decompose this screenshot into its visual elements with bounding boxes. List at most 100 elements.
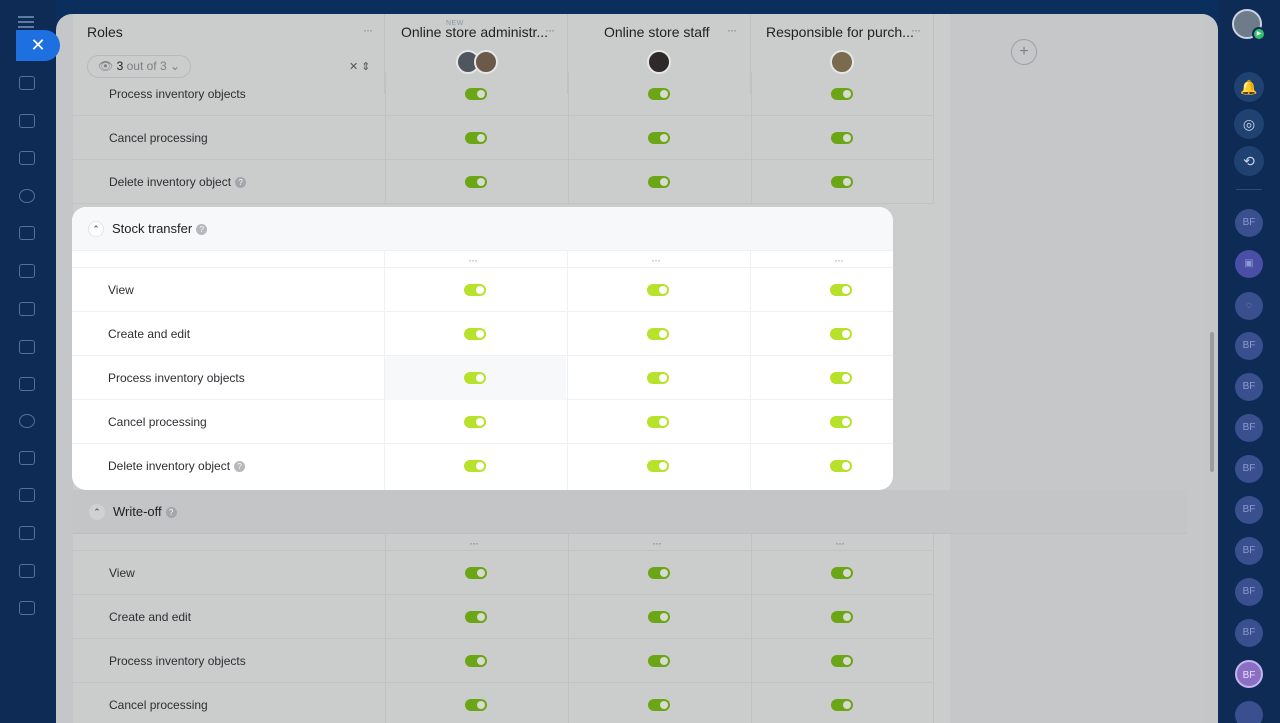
column-menu-icon[interactable]: ··· <box>545 24 555 36</box>
permission-toggle[interactable] <box>830 328 852 340</box>
permission-label: View <box>109 566 135 580</box>
bf-avatar[interactable]: BF <box>1235 373 1263 401</box>
bf-avatar-active[interactable]: BF <box>1235 660 1263 688</box>
user-avatar[interactable]: ▶ <box>1232 9 1266 41</box>
permission-toggle[interactable] <box>830 460 852 472</box>
monitor-icon[interactable] <box>19 488 35 502</box>
notifications-bell-icon[interactable]: 🔔 <box>1234 72 1264 102</box>
permission-toggle[interactable] <box>831 655 853 667</box>
checklist-icon[interactable] <box>19 451 35 465</box>
permission-label: Process inventory objects <box>109 654 246 668</box>
permission-toggle[interactable] <box>647 328 669 340</box>
column-menu-icon[interactable]: ··· <box>835 537 845 549</box>
bf-avatar[interactable]: BF <box>1235 209 1263 237</box>
mail-icon[interactable] <box>19 377 35 391</box>
permission-toggle[interactable] <box>648 611 670 623</box>
permission-toggle[interactable] <box>830 416 852 428</box>
section-write-off[interactable]: ⌃ Write-off? <box>73 490 1187 534</box>
column-menu-icon[interactable]: ··· <box>834 254 844 266</box>
stock-transfer-card: ⌃ Stock transfer? ··· ··· ··· View Creat… <box>72 207 893 490</box>
permission-toggle[interactable] <box>831 699 853 711</box>
document-icon[interactable] <box>19 264 35 278</box>
permission-toggle[interactable] <box>648 567 670 579</box>
contacts-icon[interactable] <box>19 414 35 428</box>
calendar-icon[interactable] <box>19 226 35 240</box>
permission-toggle[interactable] <box>465 88 487 100</box>
column-menu-icon[interactable]: ··· <box>468 254 478 266</box>
section-title-text: Stock transfer <box>112 221 193 236</box>
permission-toggle[interactable] <box>465 655 487 667</box>
permission-toggle[interactable] <box>830 372 852 384</box>
permission-toggle[interactable] <box>647 284 669 296</box>
permission-toggle[interactable] <box>465 567 487 579</box>
bf-avatar[interactable]: BF <box>1235 496 1263 524</box>
permission-toggle[interactable] <box>465 176 487 188</box>
permission-toggle[interactable] <box>465 132 487 144</box>
copilot-icon[interactable]: ◎ <box>1234 109 1264 139</box>
permission-toggle[interactable] <box>830 284 852 296</box>
bf-avatar[interactable]: BF <box>1235 619 1263 647</box>
permission-toggle[interactable] <box>648 655 670 667</box>
permission-label: Process inventory objects <box>108 371 245 385</box>
help-icon[interactable]: ? <box>165 507 177 519</box>
chat-bubble-icon[interactable]: ◌ <box>1235 292 1263 320</box>
permission-toggle[interactable] <box>464 284 486 296</box>
shield-icon[interactable] <box>19 189 35 203</box>
column-menu-icon[interactable]: ··· <box>651 254 661 266</box>
permission-toggle[interactable] <box>648 88 670 100</box>
bf-avatar[interactable]: BF <box>1235 578 1263 606</box>
permission-toggle[interactable] <box>831 88 853 100</box>
vertical-scrollbar[interactable] <box>1210 332 1214 472</box>
permission-toggle[interactable] <box>831 611 853 623</box>
permission-toggle[interactable] <box>464 416 486 428</box>
permission-toggle[interactable] <box>831 567 853 579</box>
chevron-down-icon: ⌄ <box>169 59 181 73</box>
counter-text: out of 3 <box>126 59 167 73</box>
bf-avatar[interactable]: BF <box>1235 455 1263 483</box>
permission-toggle[interactable] <box>831 176 853 188</box>
menu-icon[interactable] <box>18 16 34 28</box>
messages-icon[interactable]: ⟲ <box>1234 146 1264 176</box>
permission-toggle[interactable] <box>465 611 487 623</box>
section-title: Write-off? <box>113 490 177 534</box>
close-slider-button[interactable]: ✕ <box>16 30 60 61</box>
help-icon[interactable]: ? <box>234 461 246 473</box>
add-role-button[interactable]: + <box>1011 39 1037 65</box>
bf-avatar[interactable]: BF <box>1235 332 1263 360</box>
permission-toggle[interactable] <box>465 699 487 711</box>
section-stock-transfer[interactable]: ⌃ Stock transfer? <box>72 207 893 251</box>
help-icon[interactable]: ? <box>235 177 247 189</box>
permission-toggle[interactable] <box>831 132 853 144</box>
column-menu-icon[interactable]: ··· <box>911 24 921 36</box>
permission-toggle[interactable] <box>647 460 669 472</box>
chevron-up-icon[interactable]: ⌃ <box>89 504 105 520</box>
store-icon[interactable] <box>19 601 35 615</box>
roles-menu-icon[interactable]: ··· <box>363 24 373 36</box>
feed-icon[interactable] <box>19 151 35 165</box>
permission-toggle[interactable] <box>647 372 669 384</box>
more-avatar[interactable] <box>1235 701 1263 723</box>
sites-icon[interactable] <box>19 302 35 316</box>
permission-label: Cancel processing <box>109 131 208 145</box>
contact-card-icon[interactable]: ▣ <box>1235 250 1263 278</box>
crm-icon[interactable] <box>19 340 35 354</box>
schedule-icon[interactable] <box>19 564 35 578</box>
chat-icon[interactable] <box>19 114 35 128</box>
tasks-icon[interactable] <box>19 76 35 90</box>
help-icon[interactable]: ? <box>196 224 208 236</box>
bf-avatar[interactable]: BF <box>1235 537 1263 565</box>
filter-icon[interactable] <box>19 526 35 540</box>
permission-toggle[interactable] <box>648 699 670 711</box>
bf-avatar[interactable]: BF <box>1235 414 1263 442</box>
permission-toggle[interactable] <box>464 372 486 384</box>
permission-toggle[interactable] <box>647 416 669 428</box>
permission-toggle[interactable] <box>648 132 670 144</box>
permission-label-text: Delete inventory object <box>109 175 232 189</box>
permission-toggle[interactable] <box>464 460 486 472</box>
column-menu-icon[interactable]: ··· <box>469 537 479 549</box>
column-menu-icon[interactable]: ··· <box>652 537 662 549</box>
permission-toggle[interactable] <box>648 176 670 188</box>
chevron-up-icon[interactable]: ⌃ <box>88 221 104 237</box>
permission-toggle[interactable] <box>464 328 486 340</box>
column-menu-icon[interactable]: ··· <box>727 24 737 36</box>
